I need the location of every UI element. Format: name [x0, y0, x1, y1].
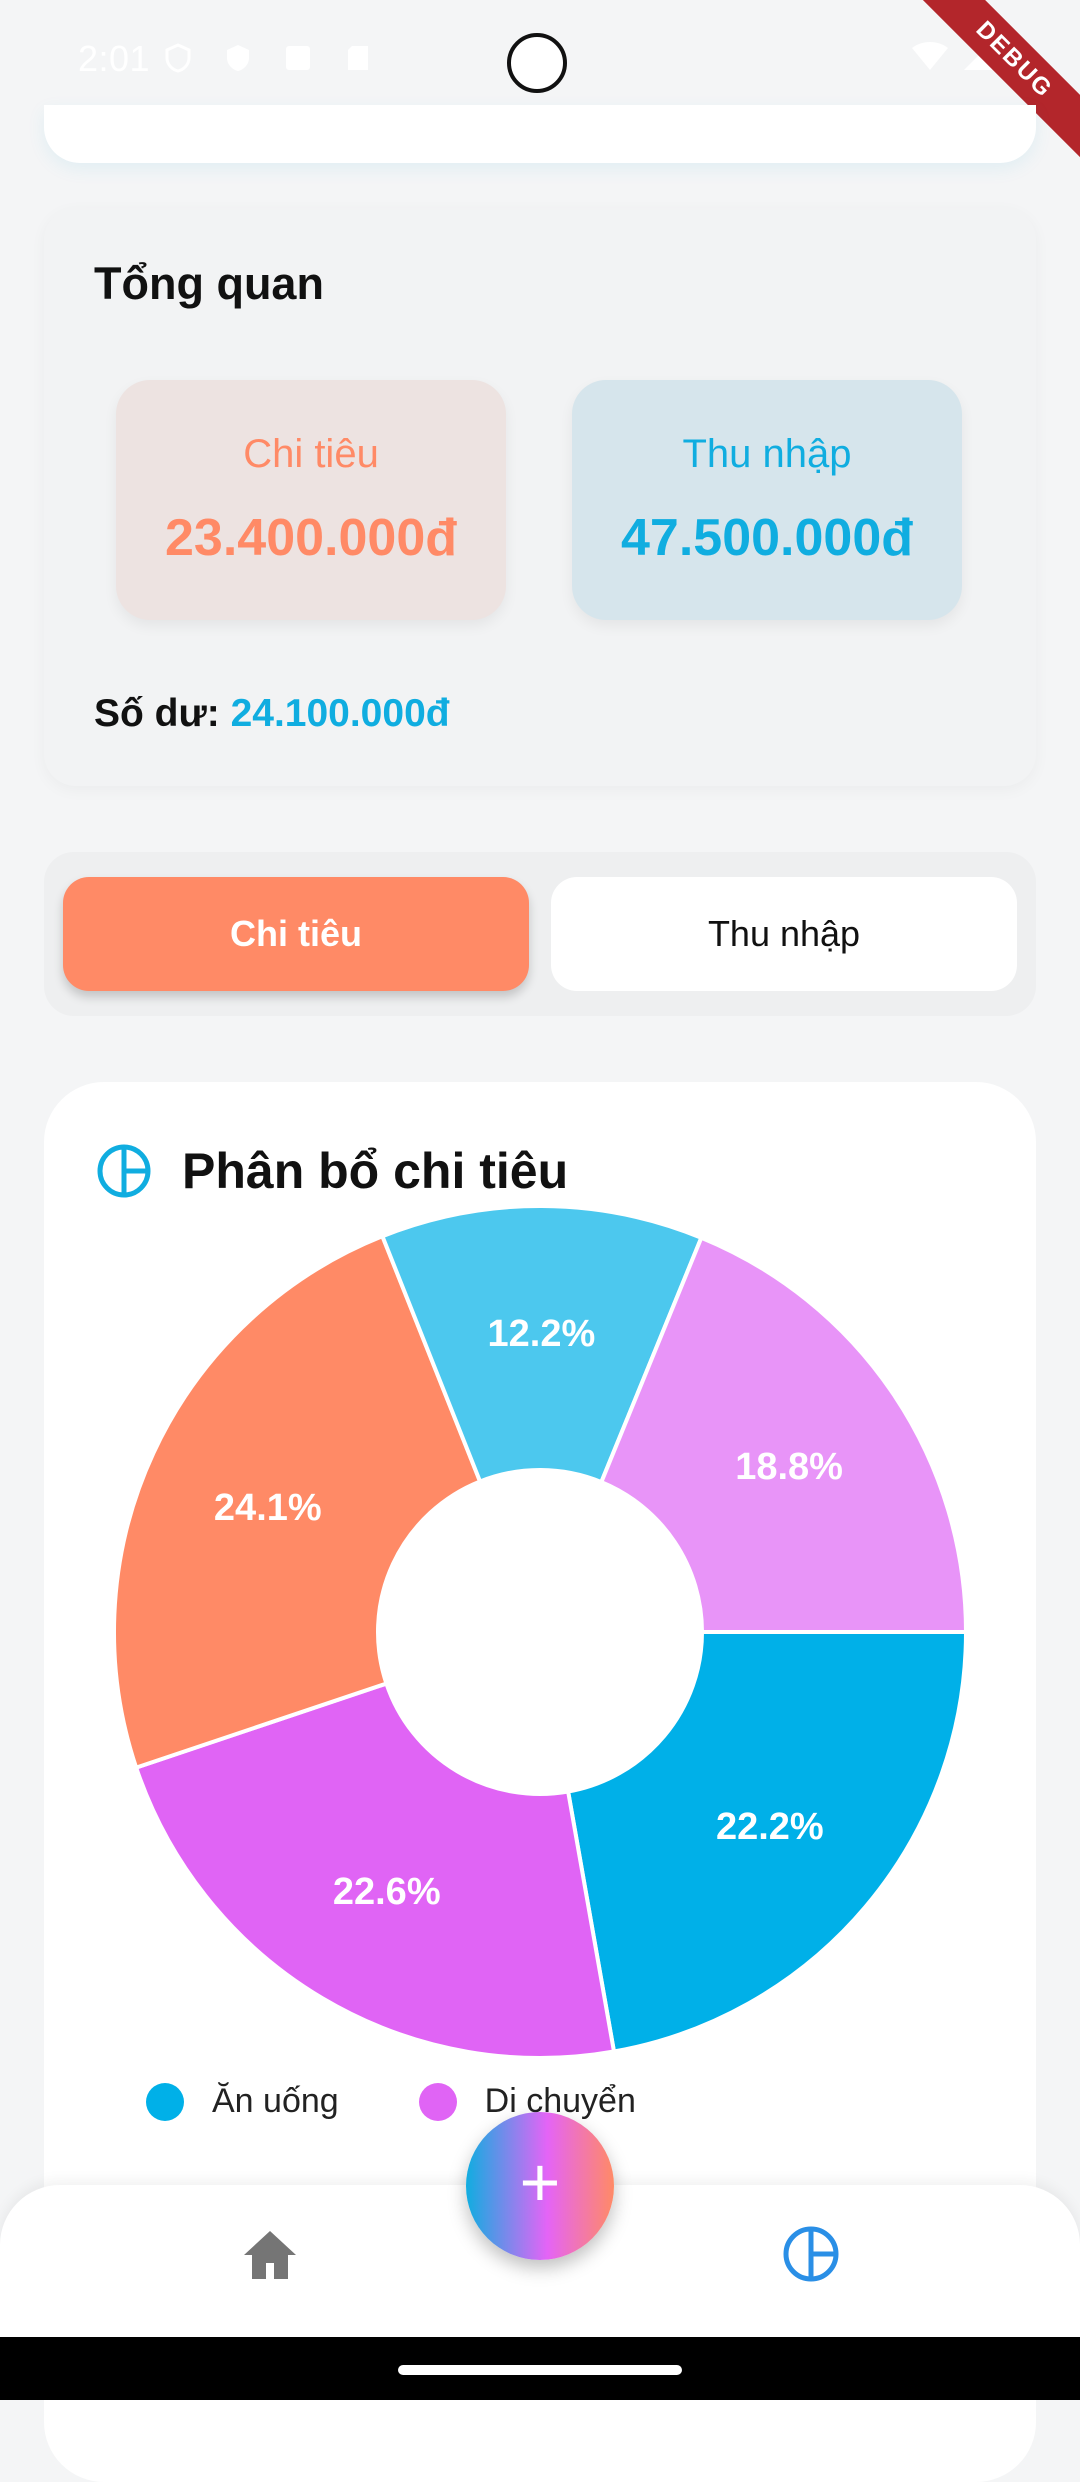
slice-label: 12.2%	[488, 1313, 596, 1355]
notification-icons	[162, 42, 374, 74]
overview-title: Tổng quan	[94, 258, 324, 309]
home-icon[interactable]	[240, 2225, 300, 2285]
income-summary: Thu nhập 47.500.000đ	[572, 380, 962, 620]
slice-label: 18.8%	[735, 1446, 843, 1488]
balance-amount: 24.100.000đ	[230, 692, 450, 735]
sd-card-icon	[342, 42, 374, 74]
pie-chart-icon[interactable]	[782, 2225, 840, 2283]
wifi-icon	[912, 42, 948, 70]
slice-label: 24.1%	[214, 1487, 322, 1529]
legend-item: Ăn uống	[146, 2082, 339, 2121]
income-label: Thu nhập	[682, 432, 852, 476]
overview-card: Tổng quan Chi tiêu 23.400.000đ Thu nhập …	[44, 208, 1036, 786]
tab-income[interactable]: Thu nhập	[551, 877, 1017, 991]
scrolled-card	[44, 105, 1036, 163]
income-amount: 47.500.000đ	[620, 509, 914, 567]
play-protect-icon	[222, 42, 254, 74]
home-indicator[interactable]	[398, 2365, 682, 2375]
add-transaction-button[interactable]: +	[466, 2112, 614, 2260]
balance-label: Số dư:	[94, 692, 231, 735]
expense-summary: Chi tiêu 23.400.000đ	[116, 380, 506, 620]
legend-label: Ăn uống	[212, 2082, 339, 2120]
type-toggle: Chi tiêu Thu nhập	[44, 852, 1036, 1016]
font-icon	[282, 42, 314, 74]
legend-dot	[418, 2082, 457, 2121]
legend-dot	[146, 2082, 184, 2121]
tab-expense[interactable]: Chi tiêu	[63, 877, 529, 991]
pie-chart-icon	[97, 1144, 151, 1198]
status-time: 2:01	[78, 38, 151, 79]
balance: Số dư: 24.100.000đ	[94, 692, 450, 736]
camera-cutout	[507, 33, 567, 93]
chart-title: Phân bổ chi tiêu	[182, 1143, 569, 1199]
shield-icon	[162, 42, 194, 74]
expense-amount: 23.400.000đ	[164, 509, 458, 567]
system-navigation-bar	[0, 2337, 1080, 2400]
chart-header: Phân bổ chi tiêu	[96, 1142, 568, 1200]
expense-label: Chi tiêu	[243, 432, 379, 476]
donut-chart: 22.2% 22.6% 24.1% 12.2% 18.8%	[112, 1204, 969, 2060]
status-bar: 2:01 DEBUG	[0, 0, 1080, 168]
slice-label: 22.6%	[333, 1871, 441, 1913]
slice-label: 22.2%	[716, 1806, 824, 1848]
